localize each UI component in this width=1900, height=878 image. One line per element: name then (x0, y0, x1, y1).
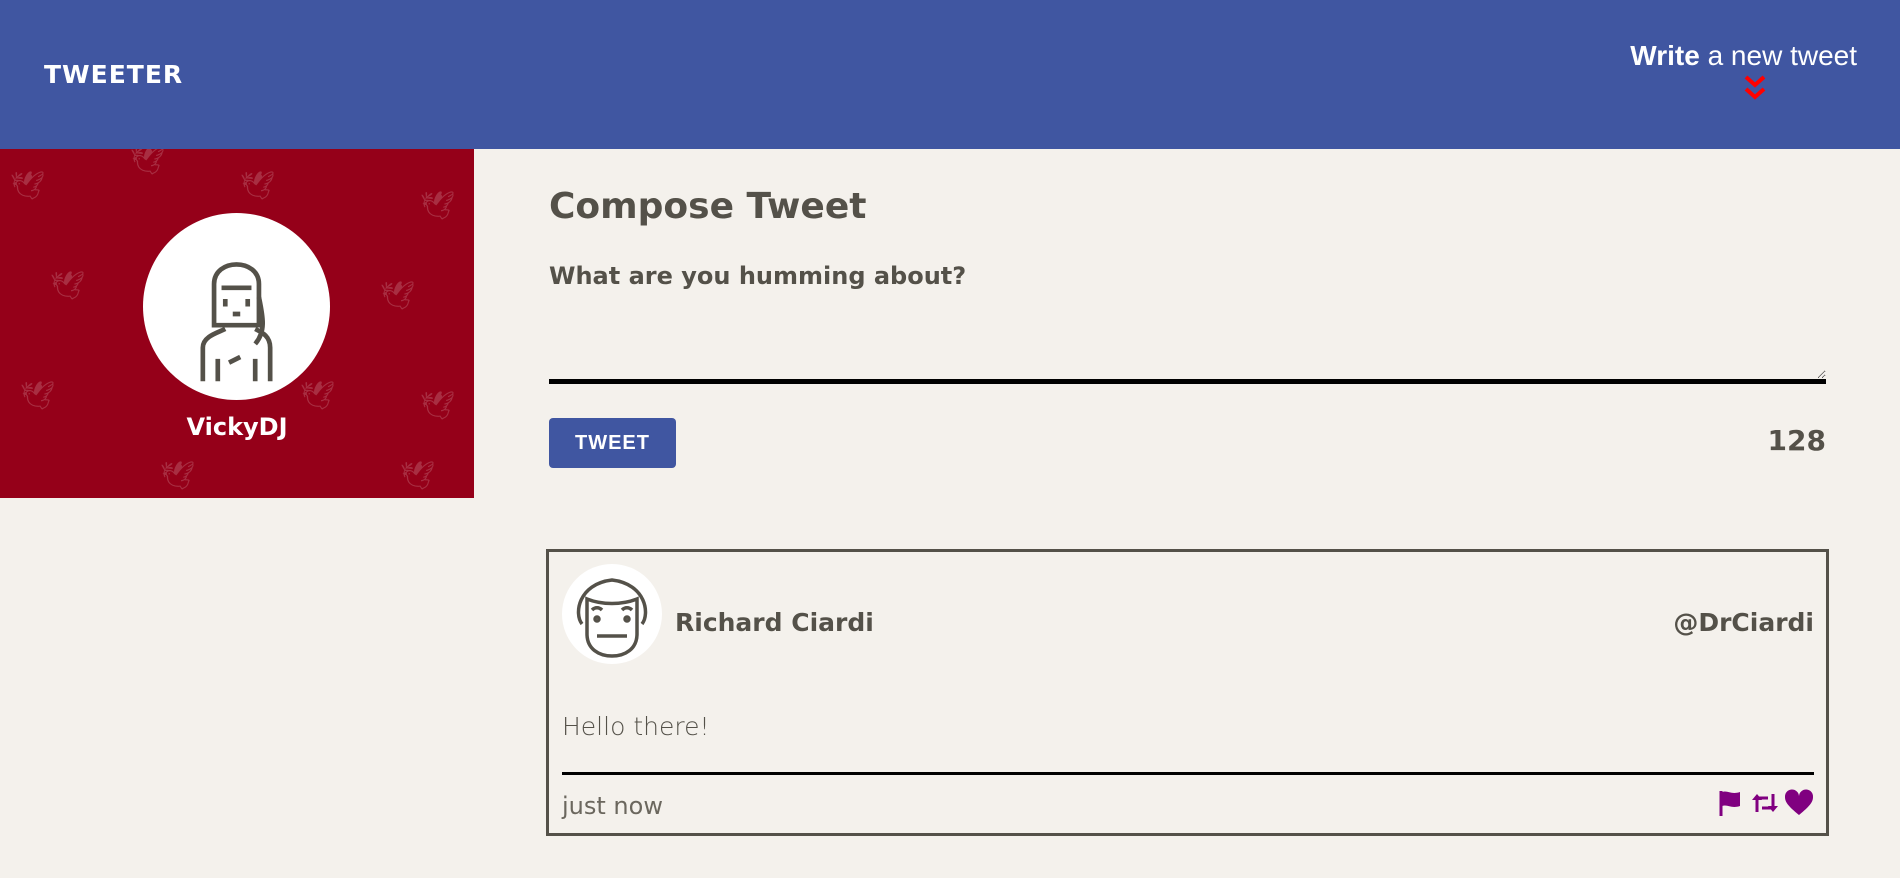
tweet-textarea[interactable] (549, 300, 1826, 384)
tweet-avatar (562, 564, 662, 664)
tweet-button[interactable]: TWEET (549, 418, 676, 468)
heart-icon[interactable] (1784, 788, 1814, 818)
compose-title: Compose Tweet (549, 186, 867, 227)
woman-avatar-icon (200, 262, 273, 382)
logo: TWEETER (44, 60, 184, 89)
man-avatar-icon (576, 578, 648, 658)
tweet-author-name: Richard Ciardi (675, 608, 874, 637)
char-counter: 128 (1767, 424, 1826, 457)
tweet-card: Richard Ciardi @DrCiardi Hello there! ju… (546, 549, 1829, 836)
write-rest: a new tweet (1699, 40, 1857, 71)
write-bold: Write (1630, 40, 1700, 71)
tweet-time: just now (562, 792, 663, 820)
profile-username: VickyDJ (186, 413, 288, 441)
tweet-author-handle: @DrCiardi (1673, 608, 1814, 637)
header: TWEETER Write a new tweet (0, 0, 1900, 149)
compose-label: What are you humming about? (549, 262, 967, 290)
profile-avatar (143, 213, 330, 400)
double-chevron-down-icon[interactable] (1742, 74, 1768, 104)
profile-panel: 🕊 🕊 🕊 🕊 🕊 🕊 🕊 🕊 🕊 🕊 🕊 VickyDJ (0, 149, 474, 498)
retweet-icon[interactable] (1750, 788, 1780, 818)
write-new-tweet-toggle[interactable]: Write a new tweet (1630, 40, 1857, 100)
flag-icon[interactable] (1716, 788, 1746, 818)
divider (562, 772, 1814, 775)
tweet-content: Hello there! (562, 712, 710, 741)
